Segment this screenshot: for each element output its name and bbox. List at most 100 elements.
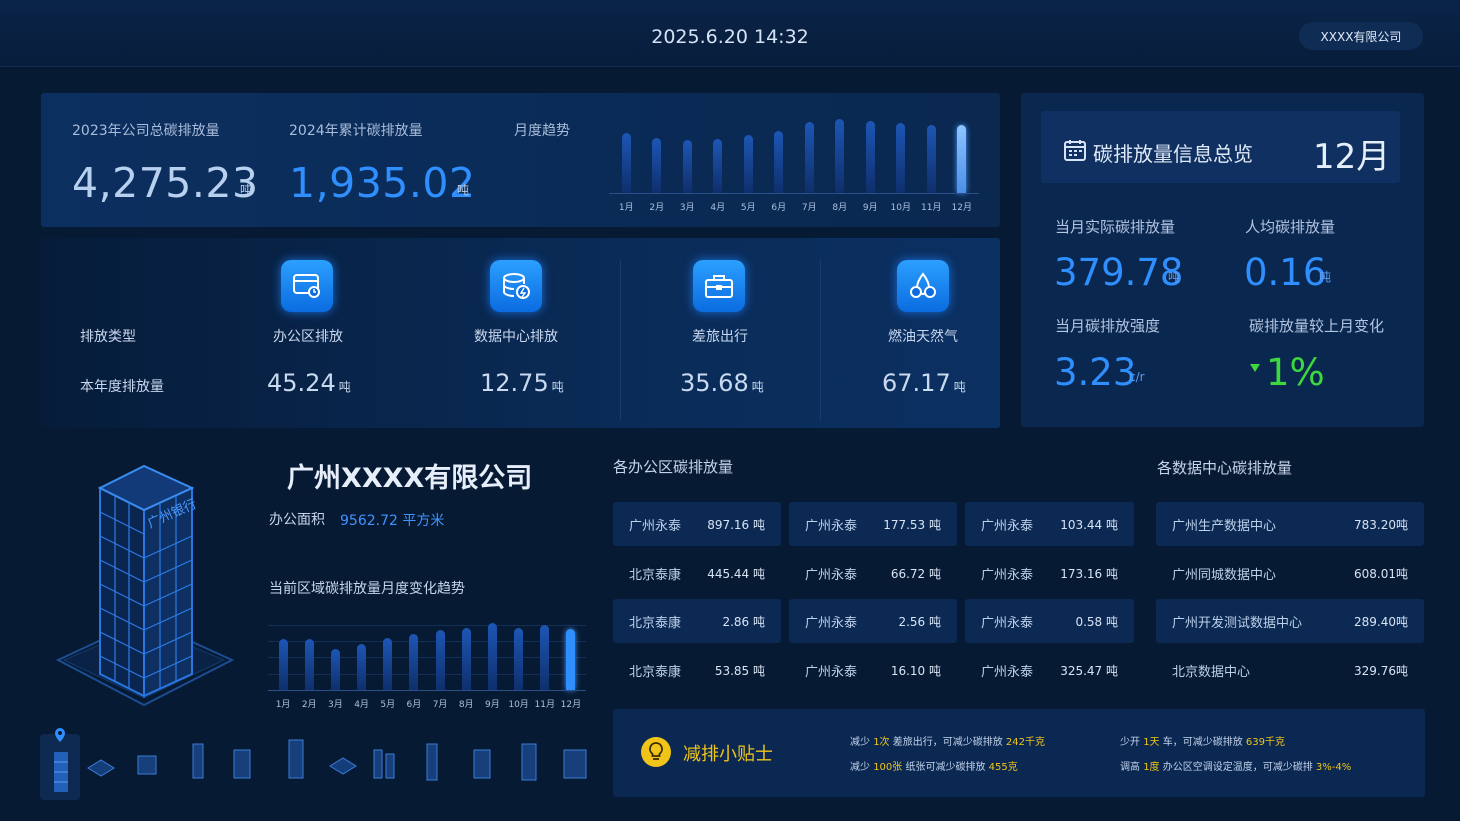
divider bbox=[620, 260, 621, 420]
office-cell: 北京泰康 2.86 吨 bbox=[613, 599, 781, 643]
building-thumb[interactable] bbox=[560, 746, 590, 780]
chart-tick-label: 3月 bbox=[328, 700, 343, 710]
tip-4: 调高 1度 办公区空调设定温度，可减少碳排 3%-4% bbox=[1120, 762, 1352, 773]
chart-tick-label: 10月 bbox=[890, 203, 911, 213]
building-thumb[interactable] bbox=[228, 746, 256, 780]
trend-label: 月度趋势 bbox=[514, 123, 570, 139]
briefcase-icon bbox=[693, 260, 745, 312]
chart-bar bbox=[896, 123, 906, 193]
category-name: 办公区排放 bbox=[273, 329, 343, 345]
overview-header: 碳排放量信息总览 12月 bbox=[1041, 111, 1400, 183]
office-cell: 广州永泰 16.10 吨 bbox=[805, 663, 941, 680]
datetime: 2025.6.20 14:32 bbox=[651, 26, 809, 48]
overview-title: 碳排放量信息总览 bbox=[1093, 142, 1253, 166]
building-thumb[interactable] bbox=[516, 742, 542, 782]
intensity-label: 当月碳排放强度 bbox=[1055, 317, 1161, 335]
office-cell: 北京泰康 53.85 吨 bbox=[629, 663, 765, 680]
chart-tick-label: 11月 bbox=[534, 700, 555, 710]
tip-2: 减少 100张 纸张可减少碳排放 455克 bbox=[850, 762, 1018, 773]
chart-bar bbox=[540, 624, 550, 690]
chart-tick-label: 1月 bbox=[275, 700, 291, 710]
building-thumb[interactable] bbox=[468, 746, 496, 780]
building-thumb[interactable] bbox=[283, 738, 309, 780]
office-cell: 北京泰康 445.44 吨 bbox=[629, 566, 765, 583]
datacenters-title: 各数据中心碳排放量 bbox=[1157, 459, 1293, 477]
category-value: 35.68 吨 bbox=[680, 369, 764, 397]
monthly-trend-chart: 1月 2月 3月 4月 5月 6月 7月 8月 9月 10月 11月 12月 bbox=[609, 113, 979, 213]
chart-tick-label: 5月 bbox=[740, 203, 756, 213]
chart-tick-label: 10月 bbox=[508, 700, 529, 710]
chart-bar bbox=[774, 131, 784, 193]
location-pin-icon bbox=[55, 728, 65, 742]
chart-gridline bbox=[268, 624, 586, 626]
chart-tick-label: 8月 bbox=[832, 203, 848, 213]
tip-1: 减少 1次 差旅出行，可减少碳排放 242千克 bbox=[850, 737, 1046, 748]
chart-gridline bbox=[268, 673, 586, 675]
chart-axis bbox=[609, 193, 979, 194]
category-value: 67.17 吨 bbox=[882, 369, 966, 397]
fuel-gas-icon bbox=[897, 260, 949, 312]
building-thumbnails bbox=[38, 728, 608, 800]
divider bbox=[820, 260, 821, 420]
row1-label: 排放类型 bbox=[80, 329, 136, 345]
datacenter-cell: 北京数据中心 329.76吨 bbox=[1172, 663, 1408, 680]
building-thumb[interactable] bbox=[370, 744, 400, 780]
chart-tick-label: 1月 bbox=[618, 203, 634, 213]
trend-title: 当前区域碳排放量月度变化趋势 bbox=[269, 581, 465, 597]
chart-tick-label: 7月 bbox=[432, 700, 448, 710]
top-bar: 2025.6.20 14:32 XXXX有限公司 bbox=[0, 0, 1460, 67]
chart-bar bbox=[304, 639, 314, 690]
category-name: 差旅出行 bbox=[692, 329, 748, 345]
database-icon bbox=[490, 260, 542, 312]
building-thumb-selected[interactable] bbox=[40, 734, 80, 800]
building-thumb[interactable] bbox=[422, 742, 442, 782]
datacenter-cell: 广州开发测试数据中心 289.40吨 bbox=[1156, 599, 1424, 643]
company-button[interactable]: XXXX有限公司 bbox=[1299, 22, 1423, 50]
chart-bar bbox=[461, 627, 471, 690]
chart-tick-label: 2月 bbox=[301, 700, 317, 710]
building-thumb[interactable] bbox=[86, 756, 116, 778]
chart-tick-label: 7月 bbox=[801, 203, 817, 213]
chart-gridline bbox=[268, 641, 586, 643]
chart-bar bbox=[835, 119, 845, 193]
intensity-value: 3.23 bbox=[1054, 351, 1137, 394]
chart-bar bbox=[409, 633, 419, 690]
actual-label: 当月实际碳排放量 bbox=[1055, 218, 1176, 236]
chart-bar bbox=[926, 125, 936, 193]
chart-bar bbox=[621, 133, 631, 193]
chart-tick-label: 5月 bbox=[380, 700, 396, 710]
building-thumb[interactable] bbox=[188, 740, 208, 780]
chart-bar bbox=[804, 122, 814, 193]
chart-plot-area bbox=[268, 620, 586, 690]
chart-gridline bbox=[268, 657, 586, 659]
chart-tick-label: 12月 bbox=[560, 700, 582, 710]
office-screen-icon bbox=[281, 260, 333, 312]
change-value: 1% bbox=[1266, 351, 1325, 394]
chart-tick-label: 4月 bbox=[354, 700, 369, 710]
per-capita-unit: 吨 bbox=[1319, 270, 1332, 284]
total-2023-label: 2023年公司总碳排放量 bbox=[72, 123, 220, 139]
office-cell: 广州永泰 103.44 吨 bbox=[965, 502, 1134, 546]
chart-bar bbox=[330, 649, 340, 690]
datacenter-cell: 广州同城数据中心 608.01吨 bbox=[1172, 566, 1408, 583]
total-2023-value: 4,275.23 bbox=[72, 159, 259, 207]
chart-bar bbox=[865, 121, 875, 193]
lightbulb-icon bbox=[641, 737, 671, 767]
office-cell: 广州永泰 897.16 吨 bbox=[613, 502, 781, 546]
office-cell: 广州永泰 0.58 吨 bbox=[965, 599, 1134, 643]
chart-bar bbox=[383, 638, 393, 690]
chart-tick-label: 9月 bbox=[862, 203, 878, 213]
chart-bar bbox=[487, 623, 497, 690]
chart-bar bbox=[652, 138, 662, 193]
company-name: 广州XXXX有限公司 bbox=[287, 463, 533, 494]
chart-tick-label: 8月 bbox=[458, 700, 474, 710]
building-thumb[interactable] bbox=[328, 752, 358, 778]
chart-bar bbox=[566, 629, 576, 690]
chart-bar bbox=[357, 643, 367, 690]
building-illustration: 广州银行 bbox=[55, 464, 235, 707]
building-thumb[interactable] bbox=[134, 750, 160, 778]
chart-tick-label: 4月 bbox=[710, 203, 726, 213]
calendar-icon bbox=[1064, 140, 1086, 161]
intensity-unit: c/r bbox=[1129, 370, 1145, 384]
row2-label: 本年度排放量 bbox=[80, 379, 164, 395]
